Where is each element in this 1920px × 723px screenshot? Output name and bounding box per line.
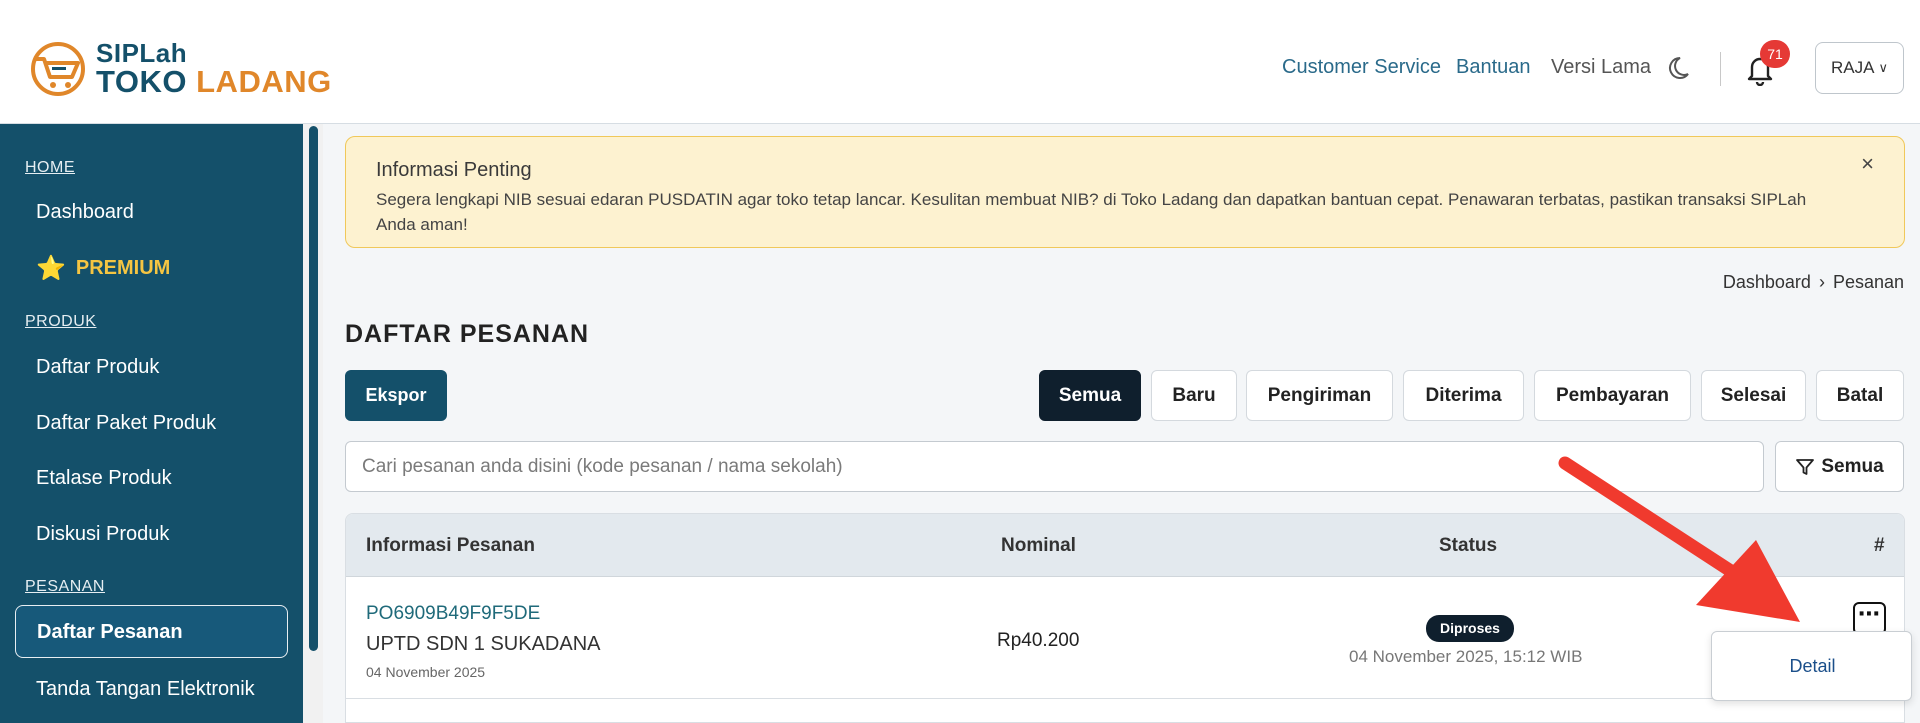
filter-dropdown-label: Semua	[1821, 455, 1884, 477]
filter-funnel-icon	[1796, 458, 1815, 475]
close-icon[interactable]: ×	[1861, 151, 1874, 177]
school-name: UPTD SDN 1 SUKADANA	[366, 633, 601, 655]
status-time: 04 November 2025, 15:12 WIB	[1349, 647, 1583, 666]
table-row: PO6909B49F9F5DE UPTD SDN 1 SUKADANA 04 N…	[346, 577, 1904, 699]
brand-logo[interactable]: SIPLah TOKO LADANG	[28, 40, 332, 97]
order-nominal: Rp40.200	[997, 630, 1080, 651]
breadcrumb: Dashboard › Pesanan	[1723, 272, 1904, 293]
filter-tab-semua[interactable]: Semua	[1039, 370, 1141, 421]
sidebar-section-pesanan: PESANAN	[25, 578, 105, 595]
sidebar-section-produk: PRODUK	[25, 313, 97, 330]
orders-table: Informasi Pesanan Nominal Status # PO690…	[345, 513, 1905, 723]
sidebar-item-diskusi-produk[interactable]: Diskusi Produk	[36, 523, 169, 546]
sidebar-item-daftar-pesanan[interactable]: Daftar Pesanan	[15, 605, 288, 658]
notification-badge: 71	[1760, 40, 1790, 68]
customer-service-link[interactable]: Customer Service	[1282, 56, 1441, 79]
chevron-down-icon: ∨	[1878, 60, 1888, 75]
alert-body: Segera lengkapi NIB sesuai edaran PUSDAT…	[376, 190, 1807, 234]
order-code-link[interactable]: PO6909B49F9F5DE	[366, 603, 540, 625]
detail-menu-item[interactable]: Detail	[1712, 656, 1913, 677]
brand-line1: SIPLah	[96, 38, 188, 68]
filter-tab-baru[interactable]: Baru	[1151, 370, 1237, 421]
header-divider	[1720, 52, 1721, 86]
search-input[interactable]: Cari pesanan anda disini (kode pesanan /…	[345, 441, 1764, 492]
user-menu-button[interactable]: RAJA ∨	[1815, 42, 1904, 94]
page-title: DAFTAR PESANAN	[345, 320, 590, 348]
action-dropdown-menu: Detail	[1711, 631, 1912, 701]
sidebar-section-home: HOME	[25, 159, 75, 176]
premium-label: PREMIUM	[75, 257, 171, 279]
brand-ladang: LADANG	[196, 64, 332, 99]
sidebar-item-label: Daftar Pesanan	[37, 621, 183, 643]
breadcrumb-current: Pesanan	[1832, 272, 1904, 292]
order-date: 04 November 2025	[366, 664, 486, 680]
filter-tab-pengiriman[interactable]: Pengiriman	[1246, 370, 1393, 421]
header-action: #	[1874, 535, 1885, 556]
filter-dropdown-button[interactable]: Semua	[1775, 441, 1904, 492]
filter-tab-diterima[interactable]: Diterima	[1403, 370, 1524, 421]
user-label: RAJA	[1831, 58, 1875, 77]
sidebar-item-premium[interactable]: ⭐ PREMIUM	[36, 254, 170, 283]
top-header: SIPLah TOKO LADANG Customer Service Bant…	[0, 0, 1920, 124]
dark-mode-moon-icon[interactable]	[1668, 54, 1696, 82]
alert-title: Informasi Penting	[376, 159, 532, 181]
cart-logo-icon	[31, 41, 85, 96]
sidebar-item-etalase-produk[interactable]: Etalase Produk	[36, 467, 172, 490]
sidebar-item-daftar-paket-produk[interactable]: Daftar Paket Produk	[36, 412, 216, 435]
versi-lama-link[interactable]: Versi Lama	[1551, 56, 1651, 79]
header-informasi-pesanan: Informasi Pesanan	[366, 535, 535, 556]
sidebar-item-tanda-tangan-elektronik[interactable]: Tanda Tangan Elektronik	[36, 678, 255, 701]
filter-tab-selesai[interactable]: Selesai	[1701, 370, 1806, 421]
export-button[interactable]: Ekspor	[345, 370, 447, 421]
sidebar-item-dashboard[interactable]: Dashboard	[36, 201, 134, 224]
chevron-right-icon: ›	[1818, 272, 1825, 292]
filter-tab-batal[interactable]: Batal	[1816, 370, 1904, 421]
bantuan-link[interactable]: Bantuan	[1456, 56, 1531, 79]
header-status: Status	[1439, 535, 1498, 556]
header-nominal: Nominal	[1001, 535, 1076, 556]
brand-toko: TOKO	[96, 64, 187, 99]
star-icon: ⭐	[36, 255, 66, 282]
filter-tab-pembayaran[interactable]: Pembayaran	[1534, 370, 1691, 421]
status-badge: Diproses	[1426, 615, 1514, 642]
sidebar-item-daftar-produk[interactable]: Daftar Produk	[36, 356, 159, 379]
important-info-alert: Informasi Penting Segera lengkapi NIB se…	[345, 136, 1905, 248]
table-header: Informasi Pesanan Nominal Status #	[346, 514, 1904, 577]
sidebar-scrollbar-thumb[interactable]	[309, 126, 318, 651]
breadcrumb-dashboard[interactable]: Dashboard	[1723, 272, 1811, 292]
